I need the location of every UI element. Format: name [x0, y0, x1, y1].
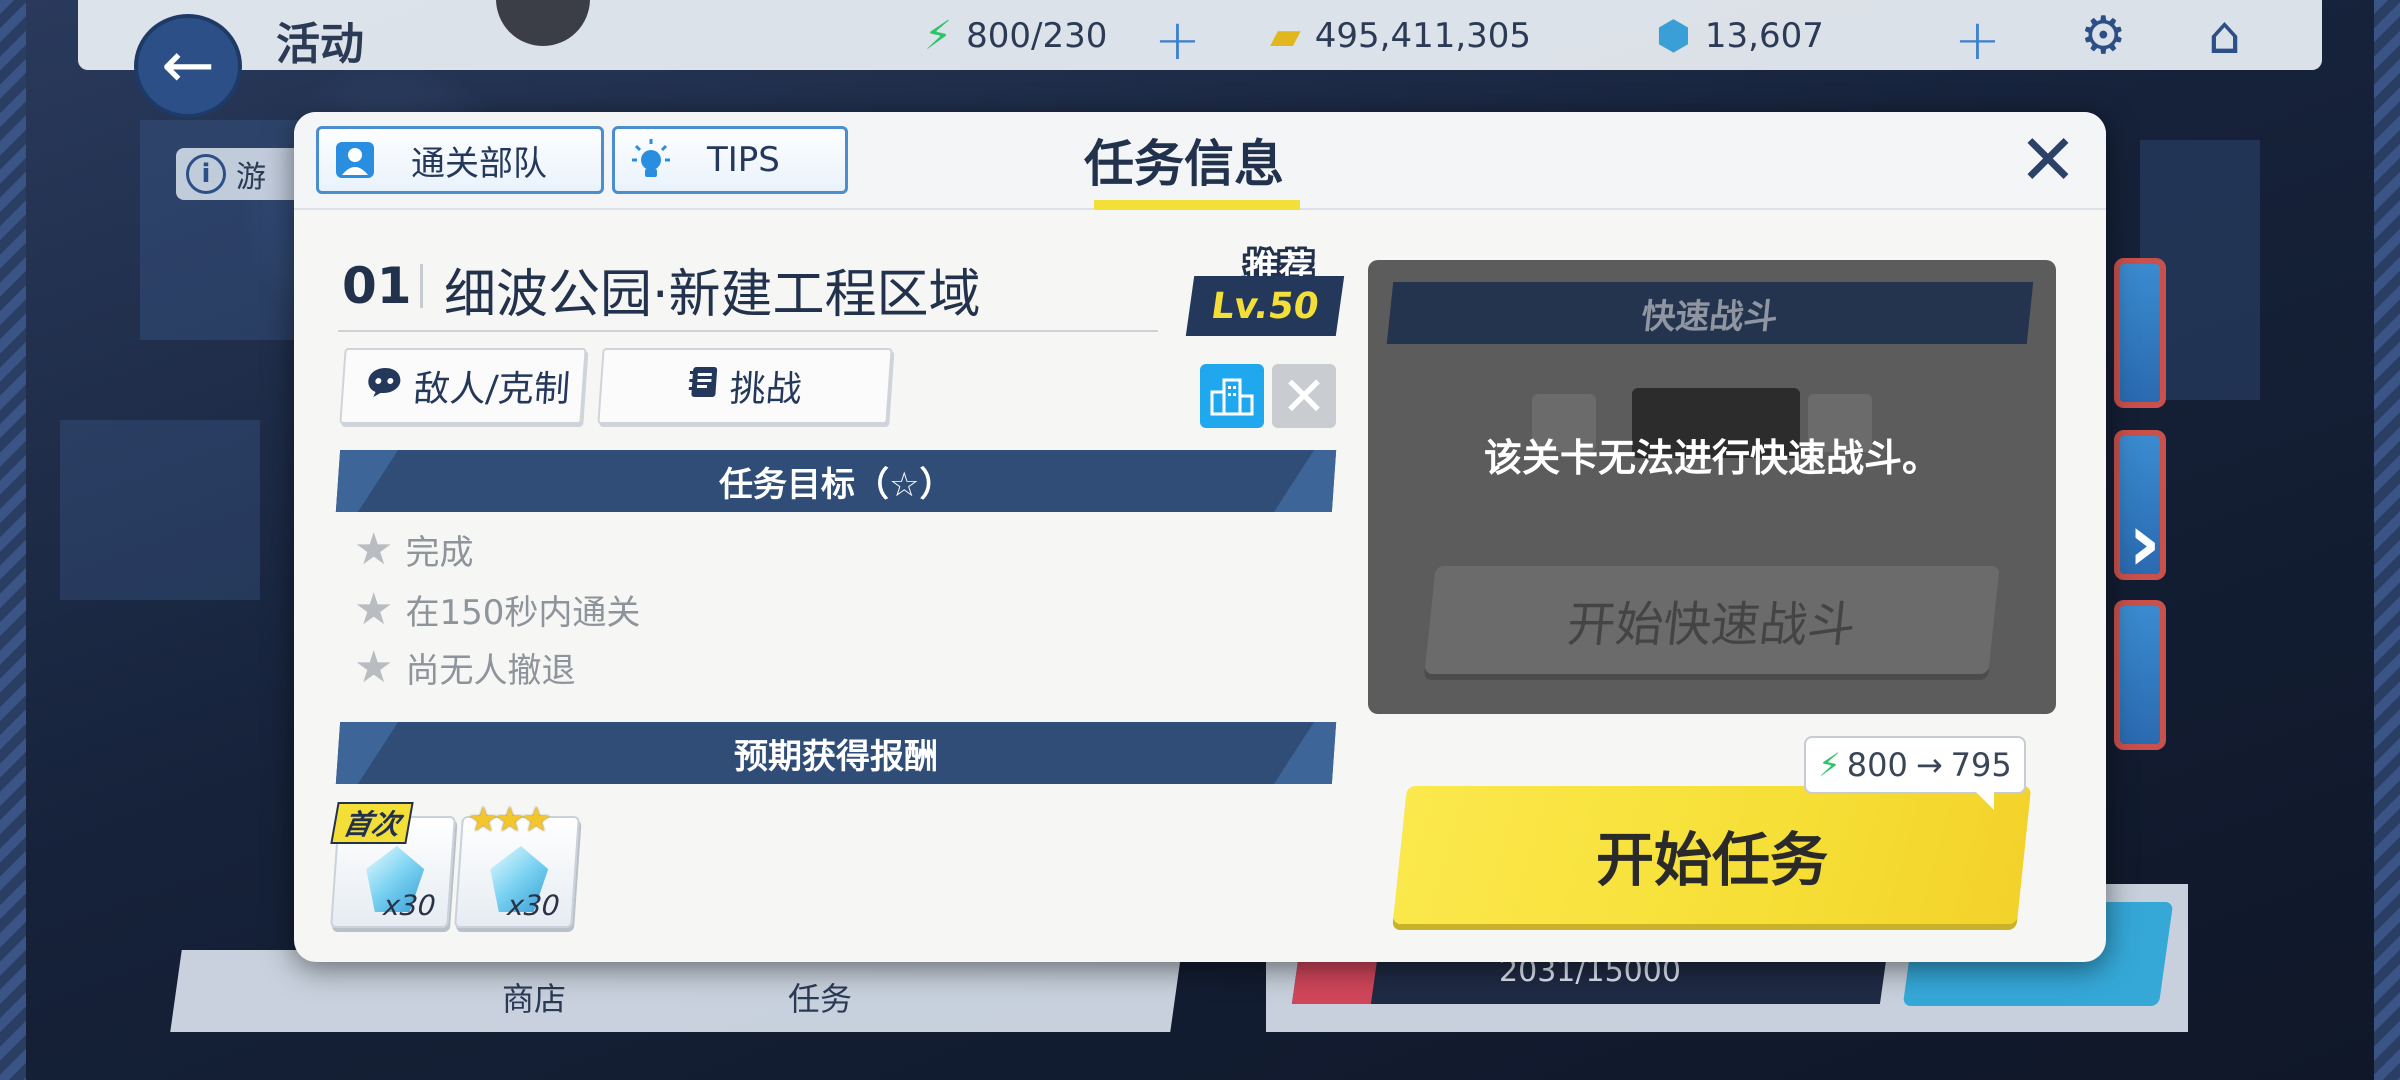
start-mission-label: 开始任务	[1595, 826, 1828, 894]
left-stripe-decoration	[0, 0, 26, 1080]
objective-item: ★ 尚无人撤退	[354, 641, 576, 693]
objective-text: 在150秒内通关	[405, 592, 641, 633]
quick-battle-panel: 快速战斗 该关卡无法进行快速战斗。 开始快速战斗	[1368, 260, 2056, 714]
bolt-icon: ⚡	[1818, 746, 1841, 784]
user-card-icon	[333, 138, 377, 182]
bottom-tab-mission[interactable]: 任务	[788, 974, 852, 1020]
three-star-badge: ★★★	[468, 800, 551, 840]
objective-text: 尚无人撤退	[405, 650, 576, 691]
objective-item: ★ 完成	[354, 523, 474, 575]
right-stripe-decoration	[2374, 0, 2400, 1080]
quick-battle-message: 该关卡无法进行快速战斗。	[1483, 436, 1940, 480]
close-icon[interactable]: ✕	[2016, 125, 2080, 195]
enemy-counter-label: 敌人/克制	[412, 369, 572, 410]
rewards-header: 预期获得报酬	[335, 722, 1337, 784]
building-icon[interactable]	[1200, 364, 1264, 428]
quick-battle-header: 快速战斗	[1386, 282, 2034, 344]
credit-card-icon: ▰	[1270, 13, 1301, 59]
stage-divider	[338, 330, 1158, 332]
stamina-counter: ⚡ 800/230	[924, 10, 1107, 62]
reward-quantity: x30	[506, 889, 561, 922]
bottom-tab-shop[interactable]: 商店	[502, 974, 566, 1020]
dialog-title: 任务信息	[1084, 135, 1284, 193]
gear-icon[interactable]: ⚙	[2080, 6, 2127, 66]
side-card[interactable]	[2114, 600, 2166, 750]
add-gems-button[interactable]: +	[1954, 8, 2001, 73]
star-icon: ★	[354, 641, 394, 693]
mission-info-dialog: 通关部队 TIPS 任务信息 ✕ 01 细波公园·新建工程区域 推荐 Lv.50…	[294, 112, 2106, 962]
back-arrow-icon: ←	[161, 29, 215, 103]
stamina-value: 800/230	[966, 16, 1108, 56]
bottom-tab-bar	[170, 950, 1182, 1032]
stage-number: 01	[342, 257, 412, 315]
notebook-icon	[686, 365, 719, 408]
home-icon[interactable]: ⌂	[2208, 6, 2241, 66]
challenge-label: 挑战	[728, 369, 804, 410]
quick-battle-title: 快速战斗	[1639, 296, 1780, 337]
background-block	[60, 420, 260, 600]
title-underline	[1094, 200, 1300, 210]
objectives-header: 任务目标（☆）	[335, 450, 1337, 512]
tab-tips-label: TIPS	[707, 140, 780, 180]
recommend-level: Lv.50	[1208, 285, 1322, 327]
star-icon: ★	[354, 523, 394, 575]
arrow-right-icon: →	[1915, 746, 1943, 784]
gems-counter: ⬢ 13,607	[1656, 10, 1824, 62]
disabled-x-icon: ✕	[1272, 364, 1336, 428]
lightbulb-icon	[629, 138, 673, 182]
objective-item: ★ 在150秒内通关	[354, 583, 641, 635]
enemy-counter-button[interactable]: 敌人/克制	[339, 348, 587, 424]
add-stamina-button[interactable]: +	[1154, 8, 1201, 73]
cost-to: 795	[1950, 746, 2012, 784]
page-title: 活动	[276, 19, 364, 70]
start-quick-battle-button: 开始快速战斗	[1424, 566, 2000, 674]
info-icon: i	[186, 154, 226, 194]
bolt-icon: ⚡	[924, 13, 953, 59]
info-chip-text: 游	[236, 160, 266, 195]
side-card[interactable]	[2114, 258, 2166, 408]
tab-tips[interactable]: TIPS	[612, 126, 848, 194]
stamina-cost-bubble: ⚡ 800 → 795	[1804, 736, 2026, 810]
objective-text: 完成	[405, 532, 474, 573]
cost-from: 800	[1846, 746, 1908, 784]
recommend-level-badge: Lv.50	[1185, 276, 1345, 336]
tab-clear-team[interactable]: 通关部队	[316, 126, 604, 194]
start-mission-button[interactable]: 开始任务	[1392, 786, 2032, 924]
rewards-title: 预期获得报酬	[734, 736, 938, 777]
next-arrow-icon[interactable]: ›	[2128, 496, 2161, 589]
gem-icon: ⬢	[1656, 13, 1691, 59]
first-clear-badge: 首次	[330, 802, 414, 844]
objectives-title: 任务目标（☆）	[718, 464, 954, 505]
challenge-button[interactable]: 挑战	[597, 348, 893, 424]
star-icon: ★	[354, 583, 394, 635]
credits-counter: ▰ 495,411,305	[1270, 10, 1531, 62]
stage-separator	[420, 264, 423, 308]
reward-quantity: x30	[382, 889, 437, 922]
credits-value: 495,411,305	[1314, 16, 1532, 56]
back-button[interactable]: ←	[134, 14, 242, 118]
start-quick-battle-label: 开始快速战斗	[1564, 597, 1859, 653]
chat-icon	[365, 366, 404, 407]
stage-name: 细波公园·新建工程区域	[444, 265, 981, 325]
tab-clear-team-label: 通关部队	[411, 143, 547, 184]
gems-value: 13,607	[1704, 16, 1824, 56]
